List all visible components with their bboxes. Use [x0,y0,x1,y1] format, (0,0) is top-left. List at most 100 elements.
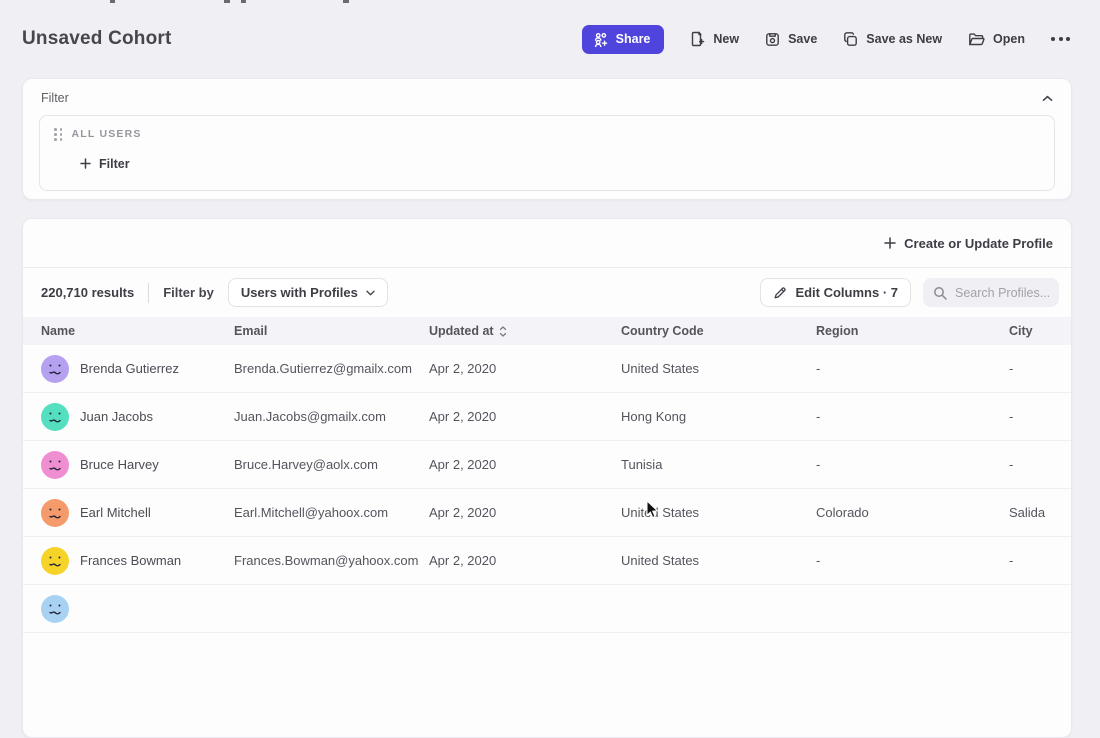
save-as-new-button-label: Save as New [866,32,942,46]
save-as-new-button[interactable]: Save as New [843,32,942,47]
filter-group: ALL USERS Filter [39,115,1055,191]
name-cell [23,595,234,623]
clipped-content-above [0,0,1100,4]
profile-name: Bruce Harvey [80,457,159,472]
toolbar-divider [148,283,149,303]
header-actions: Share New Save [582,25,1070,54]
country-code-cell: United States [621,553,816,568]
region-cell: - [816,409,1009,424]
profile-name: Juan Jacobs [80,409,153,424]
top-bar: Unsaved Cohort Share [0,0,1100,64]
filter-panel-title: Filter [41,91,69,105]
profile-name: Brenda Gutierrez [80,361,179,376]
email-cell: Earl.Mitchell@yahoox.com [234,505,429,520]
table-row[interactable]: Brenda Gutierrez Brenda.Gutierrez@gmailx… [23,345,1071,393]
results-panel: Create or Update Profile 220,710 results… [22,218,1072,738]
plus-icon [884,237,896,249]
avatar [41,595,69,623]
chevron-down-icon [366,290,375,296]
pencil-icon [773,286,787,300]
name-cell: Earl Mitchell [23,499,234,527]
name-cell: Juan Jacobs [23,403,234,431]
save-as-new-icon [843,32,858,47]
column-header-email[interactable]: Email [234,324,429,338]
avatar [41,403,69,431]
save-button[interactable]: Save [765,32,817,47]
city-cell: - [1009,457,1071,472]
search-profiles-input[interactable] [955,286,1049,300]
page-title: Unsaved Cohort [22,28,172,50]
column-header-name[interactable]: Name [23,324,234,338]
open-button-label: Open [993,32,1025,46]
more-options-button[interactable] [1051,37,1070,41]
table-row[interactable]: Juan Jacobs Juan.Jacobs@gmailx.com Apr 2… [23,393,1071,441]
share-button[interactable]: Share [582,25,665,54]
save-icon [765,32,780,47]
new-button-label: New [713,32,739,46]
plus-icon [80,158,91,169]
region-cell: - [816,361,1009,376]
add-filter-label: Filter [99,157,130,171]
create-or-update-profile-label: Create or Update Profile [904,236,1053,251]
search-profiles-box[interactable] [923,278,1059,307]
city-cell: - [1009,361,1071,376]
name-cell: Bruce Harvey [23,451,234,479]
city-cell: Salida [1009,505,1071,520]
updated-at-cell: Apr 2, 2020 [429,505,621,520]
region-cell: - [816,553,1009,568]
collapse-chevron-up-icon[interactable] [1042,95,1053,102]
edit-columns-button[interactable]: Edit Columns · 7 [760,278,911,307]
name-cell: Brenda Gutierrez [23,355,234,383]
country-code-cell: Tunisia [621,457,816,472]
table-body: Brenda Gutierrez Brenda.Gutierrez@gmailx… [23,345,1071,633]
save-button-label: Save [788,32,817,46]
profile-name: Frances Bowman [80,553,181,568]
avatar [41,355,69,383]
updated-at-cell: Apr 2, 2020 [429,361,621,376]
profile-name: Earl Mitchell [80,505,151,520]
avatar [41,451,69,479]
results-toolbar: 220,710 results Filter by Users with Pro… [23,267,1071,317]
filter-group-label: ALL USERS [72,128,142,140]
create-or-update-profile-button[interactable]: Create or Update Profile [884,236,1053,251]
email-cell: Brenda.Gutierrez@gmailx.com [234,361,429,376]
country-code-cell: Hong Kong [621,409,816,424]
table-row[interactable]: Earl Mitchell Earl.Mitchell@yahoox.com A… [23,489,1071,537]
city-cell: - [1009,409,1071,424]
sort-icon [499,326,507,337]
updated-at-cell: Apr 2, 2020 [429,409,621,424]
profile-type-dropdown[interactable]: Users with Profiles [228,278,388,307]
table-row[interactable] [23,585,1071,633]
profile-type-dropdown-value: Users with Profiles [241,285,358,300]
country-code-cell: United States [621,505,816,520]
drag-handle-icon[interactable] [54,128,63,141]
ellipsis-icon [1051,37,1070,41]
email-cell: Juan.Jacobs@gmailx.com [234,409,429,424]
table-row[interactable]: Bruce Harvey Bruce.Harvey@aolx.com Apr 2… [23,441,1071,489]
avatar [41,499,69,527]
email-cell: Bruce.Harvey@aolx.com [234,457,429,472]
name-cell: Frances Bowman [23,547,234,575]
open-button[interactable]: Open [968,32,1025,47]
share-users-icon [593,32,609,47]
updated-at-cell: Apr 2, 2020 [429,553,621,568]
search-icon [933,286,947,300]
new-file-icon [690,31,705,47]
share-button-label: Share [616,32,651,46]
results-count: 220,710 results [41,285,134,300]
filter-by-label: Filter by [163,285,214,300]
table-row[interactable]: Frances Bowman Frances.Bowman@yahoox.com… [23,537,1071,585]
column-header-country-code[interactable]: Country Code [621,324,816,338]
column-header-city[interactable]: City [1009,324,1071,338]
add-filter-button[interactable]: Filter [80,157,130,171]
region-cell: - [816,457,1009,472]
city-cell: - [1009,553,1071,568]
edit-columns-label: Edit Columns · 7 [795,285,898,300]
new-button[interactable]: New [690,31,739,47]
column-header-updated-at[interactable]: Updated at [429,324,621,338]
region-cell: Colorado [816,505,1009,520]
country-code-cell: United States [621,361,816,376]
email-cell: Frances.Bowman@yahoox.com [234,553,429,568]
column-header-region[interactable]: Region [816,324,1009,338]
updated-at-cell: Apr 2, 2020 [429,457,621,472]
